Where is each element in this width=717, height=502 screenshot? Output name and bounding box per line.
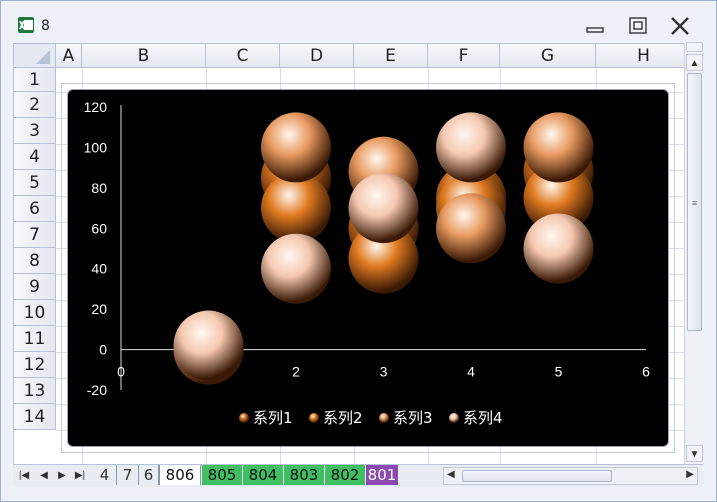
sheet-tab-805[interactable]: 805 <box>202 465 242 485</box>
row-header-9[interactable]: 9 <box>14 274 56 300</box>
bubble-chart[interactable]: 120100806040200-200123456系列1系列2系列3系列4 <box>67 89 669 447</box>
select-all-corner[interactable] <box>14 44 56 68</box>
row-header-12[interactable]: 12 <box>14 352 56 378</box>
row-header-8[interactable]: 8 <box>14 248 56 274</box>
split-box[interactable] <box>686 42 703 52</box>
row-header-5[interactable]: 5 <box>14 170 56 196</box>
legend-marker <box>239 413 249 423</box>
excel-window: 8 ABCDEFGH 1 2 3 4 5 6 7 8 9 10 11 12 13 14 ▲ ≡ ▼ |◀ … <box>0 0 717 502</box>
first-sheet-icon[interactable]: |◀ <box>17 468 31 484</box>
column-header-b[interactable]: B <box>82 44 206 68</box>
bubble-point <box>436 112 506 183</box>
y-tick-label: 40 <box>91 261 107 277</box>
scroll-right-icon[interactable]: ▶ <box>686 469 694 480</box>
sheet-tab-6[interactable]: 6 <box>139 465 159 485</box>
corner-triangle-icon <box>36 50 50 64</box>
row-header-6[interactable]: 6 <box>14 196 56 222</box>
x-tick-label: 3 <box>380 364 388 380</box>
column-header-a[interactable]: A <box>56 44 82 68</box>
row-header-1[interactable]: 1 <box>14 68 56 92</box>
scroll-left-icon[interactable]: ◀ <box>447 469 455 480</box>
bubble-point <box>261 112 331 183</box>
row-header-3[interactable]: 3 <box>14 118 56 144</box>
x-tick-label: 0 <box>117 364 125 380</box>
row-header-10[interactable]: 10 <box>14 300 56 326</box>
scroll-up-button[interactable]: ▲ <box>686 54 703 71</box>
legend-label: 系列3 <box>393 409 433 427</box>
legend-marker <box>309 413 319 423</box>
row-header-4[interactable]: 4 <box>14 144 56 170</box>
title-bar: 8 <box>1 1 716 43</box>
x-tick-label: 2 <box>292 364 300 380</box>
bubble-point <box>348 173 419 244</box>
horizontal-scroll-thumb[interactable] <box>462 470 612 482</box>
last-sheet-icon[interactable]: ▶| <box>73 468 87 484</box>
y-tick-label: 20 <box>91 301 107 317</box>
sheet-tab-804[interactable]: 804 <box>243 465 283 485</box>
legend-label: 系列2 <box>323 409 363 427</box>
sheet-tab-bar: |◀ ◀ ▶ ▶| 4 7 6 806 805 804 803 802 801 ◀ ▶ <box>13 464 703 487</box>
horizontal-scrollbar[interactable]: ◀ ▶ <box>443 467 698 485</box>
y-tick-label: 0 <box>99 342 107 358</box>
y-tick-label: 60 <box>91 220 107 236</box>
column-header-h[interactable]: H <box>596 44 684 68</box>
excel-app-icon <box>18 17 34 33</box>
row-header-13[interactable]: 13 <box>14 378 56 404</box>
sheet-tab-806[interactable]: 806 <box>159 465 201 485</box>
bubble-point <box>523 112 594 183</box>
row-header-2[interactable]: 2 <box>14 92 56 118</box>
x-tick-label: 4 <box>467 364 475 380</box>
sheet-tab-803[interactable]: 803 <box>284 465 324 485</box>
y-tick-label: 100 <box>84 139 108 155</box>
bubble-point <box>261 233 331 304</box>
bubble-point <box>523 213 594 284</box>
vertical-scrollbar[interactable]: ▲ ≡ ▼ <box>684 42 704 464</box>
sheet-tab-801[interactable]: 801 <box>366 465 398 485</box>
legend-label: 系列1 <box>253 409 293 427</box>
column-header-f[interactable]: F <box>428 44 500 68</box>
chart-svg: 120100806040200-200123456系列1系列2系列3系列4 <box>84 99 650 427</box>
close-icon[interactable] <box>668 15 692 37</box>
y-tick-label: -20 <box>87 382 107 398</box>
bubble-point <box>261 173 331 244</box>
column-header-c[interactable]: C <box>206 44 280 68</box>
x-tick-label: 5 <box>555 364 563 380</box>
vertical-scroll-thumb[interactable]: ≡ <box>687 73 702 331</box>
column-header-d[interactable]: D <box>280 44 354 68</box>
sheet-tab-4[interactable]: 4 <box>93 465 117 485</box>
row-header-11[interactable]: 11 <box>14 326 56 352</box>
y-tick-label: 80 <box>91 180 107 196</box>
window-title: 8 <box>41 18 50 34</box>
sheet-tab-802[interactable]: 802 <box>325 465 365 485</box>
restore-icon[interactable] <box>626 15 650 37</box>
sheet-tab-7[interactable]: 7 <box>117 465 139 485</box>
legend-marker <box>379 413 389 423</box>
next-sheet-icon[interactable]: ▶ <box>55 468 69 484</box>
column-header-g[interactable]: G <box>500 44 596 68</box>
prev-sheet-icon[interactable]: ◀ <box>37 468 51 484</box>
legend-marker <box>449 413 459 423</box>
row-header-14[interactable]: 14 <box>14 404 56 430</box>
minimize-icon[interactable] <box>583 15 607 37</box>
row-header-7[interactable]: 7 <box>14 222 56 248</box>
column-header-e[interactable]: E <box>354 44 428 68</box>
x-tick-label: 6 <box>642 364 650 380</box>
bubble-point <box>436 193 506 264</box>
y-tick-label: 120 <box>84 99 108 115</box>
legend-label: 系列4 <box>463 409 503 427</box>
bubble-point <box>173 310 244 381</box>
scroll-down-button[interactable]: ▼ <box>686 445 703 462</box>
